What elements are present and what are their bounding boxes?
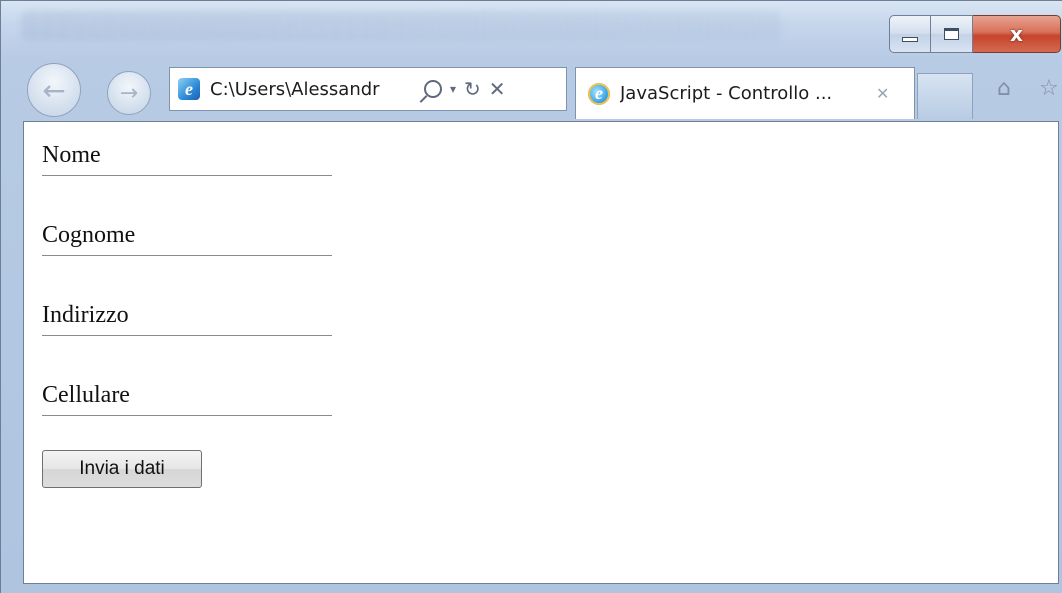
address-url[interactable]: C:\Users\Alessandr: [210, 79, 410, 100]
forward-arrow-icon: →: [119, 80, 139, 106]
tab-title: JavaScript - Controllo ...: [620, 83, 833, 104]
ie-logo-icon: e: [588, 82, 610, 105]
indirizzo-input[interactable]: [42, 296, 332, 336]
tab-active[interactable]: e JavaScript - Controllo ... ✕: [575, 67, 915, 119]
new-tab-button[interactable]: [917, 73, 973, 119]
close-tab-icon[interactable]: ✕: [876, 84, 889, 103]
field-cellulare[interactable]: Cellulare: [42, 376, 332, 418]
maximize-icon: [944, 28, 959, 40]
nome-input[interactable]: [42, 136, 332, 176]
minimize-button[interactable]: [889, 15, 931, 53]
close-window-icon: x: [1010, 22, 1023, 46]
browser-window: x ← → e C:\Users\Alessandr ▾ ↻ ✕ e JavaS…: [0, 0, 1062, 593]
cognome-input[interactable]: [42, 216, 332, 256]
dropdown-icon[interactable]: ▾: [450, 83, 456, 95]
search-icon[interactable]: [424, 80, 442, 98]
back-button[interactable]: ←: [27, 63, 81, 117]
refresh-icon[interactable]: ↻: [464, 79, 481, 99]
address-bar[interactable]: e C:\Users\Alessandr ▾ ↻ ✕: [169, 67, 567, 111]
title-bar-glass: [21, 11, 781, 41]
submit-button[interactable]: Invia i dati: [42, 450, 202, 488]
address-tools: ▾ ↻ ✕: [424, 79, 506, 99]
maximize-button[interactable]: [931, 15, 973, 53]
cellulare-input[interactable]: [42, 376, 332, 416]
contact-form: Nome Cognome Indirizzo Cellulare Invia i…: [42, 136, 362, 488]
navigation-bar: ← → e C:\Users\Alessandr ▾ ↻ ✕ e JavaScr…: [1, 59, 1062, 121]
field-cognome[interactable]: Cognome: [42, 216, 332, 258]
stop-icon[interactable]: ✕: [489, 79, 506, 99]
minimize-icon: [902, 36, 918, 42]
field-indirizzo[interactable]: Indirizzo: [42, 296, 332, 338]
close-window-button[interactable]: x: [973, 15, 1061, 53]
title-bar: x: [1, 1, 1062, 59]
forward-button[interactable]: →: [107, 71, 151, 115]
favorites-star-icon[interactable]: ☆: [1039, 77, 1062, 101]
ie-page-icon: e: [178, 78, 200, 100]
page-content: Nome Cognome Indirizzo Cellulare Invia i…: [23, 121, 1059, 584]
field-nome[interactable]: Nome: [42, 136, 332, 178]
back-arrow-icon: ←: [42, 73, 66, 107]
home-icon[interactable]: ⌂: [997, 77, 1021, 101]
caption-buttons: x: [889, 15, 1061, 53]
